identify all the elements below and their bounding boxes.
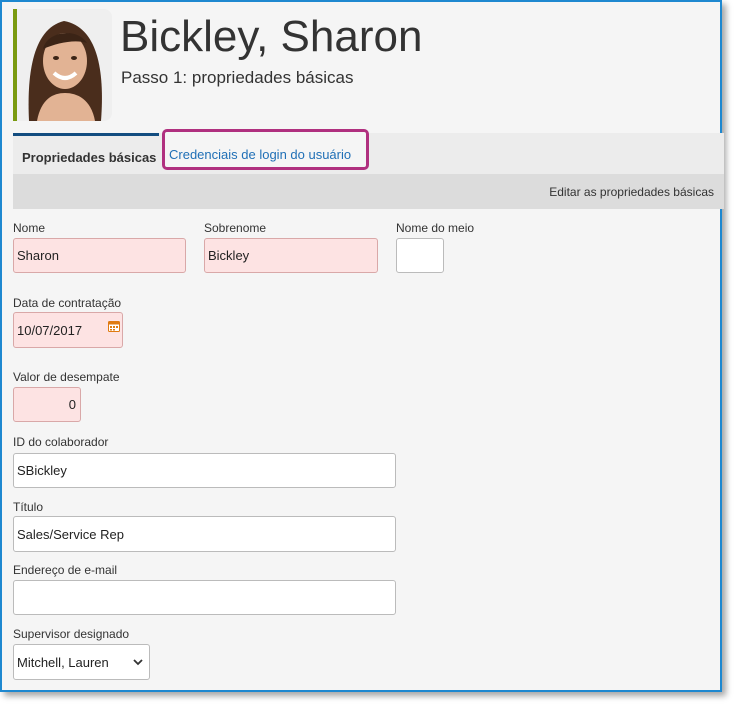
middle-name-field[interactable]: [396, 238, 444, 273]
employee-id-value: SBickley: [17, 463, 67, 478]
tiebreaker-value: 0: [68, 397, 76, 412]
last-name-value: Bickley: [208, 248, 250, 263]
page-title: Bickley, Sharon: [120, 12, 423, 61]
tab-basic-properties[interactable]: Propriedades básicas: [13, 133, 159, 174]
tiebreaker-label: Valor de desempate: [13, 370, 120, 384]
user-photo: [17, 9, 112, 121]
employee-id-label: ID do colaborador: [13, 435, 109, 449]
supervisor-value: Mitchell, Lauren: [17, 654, 109, 670]
last-name-label: Sobrenome: [204, 221, 267, 235]
supervisor-select[interactable]: Mitchell, Lauren: [13, 644, 150, 680]
email-field[interactable]: [13, 580, 396, 615]
section-header: Editar as propriedades básicas: [13, 174, 724, 209]
chevron-down-icon: [133, 658, 143, 665]
employee-id-field[interactable]: SBickley: [13, 453, 396, 488]
title-value: Sales/Service Rep: [17, 526, 124, 542]
title-label: Título: [13, 500, 44, 514]
hire-date-value: 10/07/2017: [17, 322, 83, 338]
first-name-field[interactable]: Sharon: [13, 238, 186, 273]
hire-date-field[interactable]: 10/07/2017: [13, 312, 123, 348]
avatar: [13, 9, 112, 121]
tiebreaker-field[interactable]: 0: [13, 387, 81, 422]
section-title: Editar as propriedades básicas: [549, 185, 714, 199]
tab-bar: Propriedades básicas Credenciais de logi…: [13, 129, 724, 174]
first-name-label: Nome: [13, 221, 46, 235]
title-field[interactable]: Sales/Service Rep: [13, 516, 396, 552]
last-name-field[interactable]: Bickley: [204, 238, 378, 273]
supervisor-label: Supervisor designado: [13, 627, 130, 641]
window-frame: Bickley, Sharon Passo 1: propriedades bá…: [0, 0, 724, 692]
tab-login-credentials[interactable]: Credenciais de login do usuário: [162, 129, 369, 170]
first-name-value: Sharon: [17, 248, 59, 263]
hire-date-label: Data de contratação: [13, 296, 122, 310]
middle-name-label: Nome do meio: [396, 221, 475, 235]
email-label: Endereço de e-mail: [13, 563, 118, 577]
step-subtitle: Passo 1: propriedades básicas: [121, 68, 354, 87]
calendar-icon[interactable]: [108, 320, 120, 332]
